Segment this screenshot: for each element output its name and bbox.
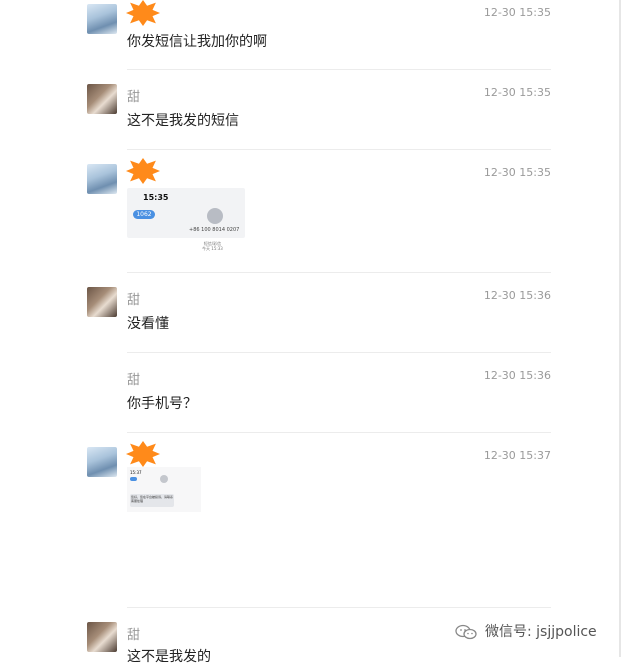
sms-screenshot-image[interactable]: 15:37 您好，您在平台被投诉，请联系客服处理 bbox=[127, 467, 201, 512]
message-time: 12-30 15:35 bbox=[483, 86, 551, 99]
watermark-text: 微信号: jsjjpolice bbox=[485, 624, 597, 640]
portrait-avatar[interactable] bbox=[87, 622, 117, 652]
redacted-name bbox=[126, 0, 160, 26]
screenshot-phone: +86 100 8014 0207 bbox=[189, 227, 240, 233]
sms-bubble: 您好，您在平台被投诉，请联系客服处理 bbox=[130, 494, 174, 507]
redacted-name bbox=[126, 158, 160, 184]
mountain-avatar[interactable] bbox=[87, 164, 117, 194]
message-time: 12-30 15:35 bbox=[483, 166, 551, 179]
watermark: 微信号: jsjjpolice bbox=[455, 621, 597, 641]
divider bbox=[127, 607, 551, 608]
wechat-icon bbox=[455, 624, 477, 640]
back-badge bbox=[130, 477, 137, 481]
caption-line: 今天 15:33 bbox=[202, 246, 223, 251]
message-text: 你手机号？ bbox=[127, 396, 197, 412]
mountain-avatar[interactable] bbox=[87, 447, 117, 477]
message-text: 这不是我发的 bbox=[127, 649, 211, 665]
portrait-avatar[interactable] bbox=[87, 84, 117, 114]
message-time: 12-30 15:36 bbox=[483, 289, 551, 302]
screenshot-caption: 短信/彩信 今天 15:33 bbox=[202, 241, 223, 251]
back-badge: 1062 bbox=[133, 210, 155, 219]
contact-icon bbox=[207, 208, 223, 224]
contact-icon bbox=[160, 475, 168, 483]
message-text: 没看懂 bbox=[127, 316, 169, 332]
sender-name: 甜 bbox=[127, 373, 141, 388]
sender-name: 甜 bbox=[127, 293, 141, 308]
mountain-avatar[interactable] bbox=[87, 4, 117, 34]
portrait-avatar[interactable] bbox=[87, 287, 117, 317]
message-time: 12-30 15:36 bbox=[483, 369, 551, 382]
message-time: 12-30 15:35 bbox=[483, 6, 551, 19]
divider bbox=[127, 272, 551, 273]
screenshot-clock: 15:37 bbox=[130, 470, 142, 475]
message-text: 你发短信让我加你的啊 bbox=[127, 34, 267, 50]
divider bbox=[127, 149, 551, 150]
divider bbox=[127, 352, 551, 353]
sms-screenshot-image[interactable]: 15:35 1062 +86 100 8014 0207 bbox=[127, 188, 245, 238]
screenshot-clock: 15:35 bbox=[143, 193, 169, 202]
sender-name: 甜 bbox=[127, 628, 141, 643]
sender-name: 甜 bbox=[127, 90, 141, 105]
redacted-name bbox=[126, 441, 160, 467]
message-time: 12-30 15:37 bbox=[483, 449, 551, 462]
divider bbox=[127, 69, 551, 70]
divider bbox=[127, 432, 551, 433]
message-text: 这不是我发的短信 bbox=[127, 113, 239, 129]
